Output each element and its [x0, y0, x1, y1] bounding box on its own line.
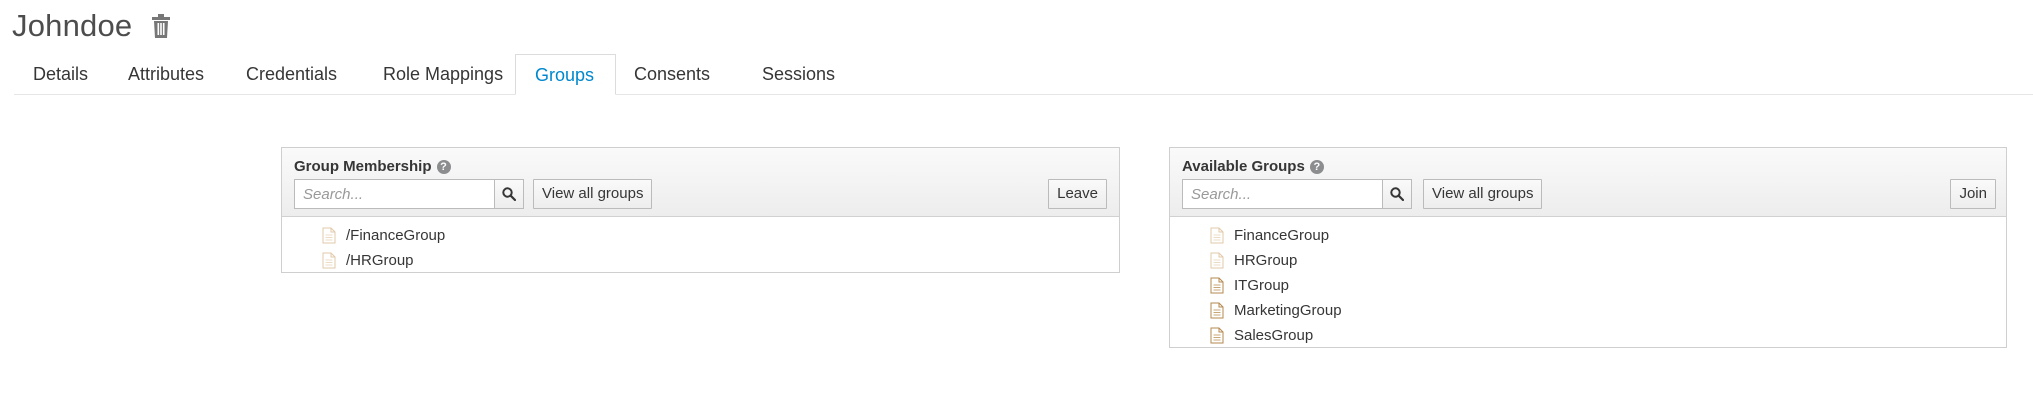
available-search-input[interactable] — [1182, 179, 1382, 209]
panel-header: Available Groups ? View all groups Join — [1170, 148, 2006, 217]
file-icon — [1210, 327, 1224, 344]
tree-item[interactable]: HRGroup — [1170, 248, 2006, 273]
tree-item[interactable]: FinanceGroup — [1170, 223, 2006, 248]
tree-item[interactable]: ITGroup — [1170, 273, 2006, 298]
file-icon — [322, 227, 336, 244]
available-search — [1182, 179, 1412, 209]
available-groups-title: Available Groups — [1182, 158, 1305, 175]
search-icon — [1390, 187, 1404, 201]
group-membership-title: Group Membership — [294, 158, 432, 175]
tab-role-mappings[interactable]: Role Mappings — [364, 54, 522, 94]
search-button[interactable] — [1382, 179, 1412, 209]
page-header: Johndoe — [12, 6, 172, 46]
group-name: SalesGroup — [1234, 327, 1314, 344]
view-all-groups-button[interactable]: View all groups — [1423, 179, 1543, 209]
available-groups-panel: Available Groups ? View all groups Join … — [1169, 147, 2007, 348]
file-icon — [1210, 277, 1224, 294]
page-title: Johndoe — [12, 8, 133, 43]
group-membership-panel: Group Membership ? View all groups Leave… — [281, 147, 1120, 273]
tree-item[interactable]: SalesGroup — [1170, 323, 2006, 348]
view-all-groups-button[interactable]: View all groups — [533, 179, 653, 209]
group-name: /FinanceGroup — [346, 227, 446, 244]
tab-details[interactable]: Details — [14, 54, 107, 94]
group-name: HRGroup — [1234, 252, 1298, 269]
tab-bar: Details Attributes Credentials Role Mapp… — [14, 54, 2033, 95]
tree-item[interactable]: /HRGroup — [282, 248, 1119, 273]
tab-groups[interactable]: Groups — [515, 54, 616, 95]
tab-credentials[interactable]: Credentials — [227, 54, 356, 94]
available-tree: FinanceGroup HRGroup ITGroup MarketingGr… — [1170, 217, 2006, 348]
panel-header: Group Membership ? View all groups Leave — [282, 148, 1119, 217]
leave-button[interactable]: Leave — [1048, 179, 1107, 209]
tree-item[interactable]: /FinanceGroup — [282, 223, 1119, 248]
membership-search — [294, 179, 524, 209]
group-name: /HRGroup — [346, 252, 414, 269]
tab-consents[interactable]: Consents — [615, 54, 729, 94]
file-icon — [1210, 302, 1224, 319]
search-button[interactable] — [494, 179, 524, 209]
help-icon[interactable]: ? — [436, 159, 451, 174]
tab-sessions[interactable]: Sessions — [743, 54, 854, 94]
file-icon — [322, 252, 336, 269]
search-icon — [502, 187, 516, 201]
file-icon — [1210, 227, 1224, 244]
group-name: MarketingGroup — [1234, 302, 1342, 319]
group-name: ITGroup — [1234, 277, 1290, 294]
group-name: FinanceGroup — [1234, 227, 1330, 244]
panel-title: Available Groups ? — [1182, 158, 1324, 175]
panel-title: Group Membership ? — [294, 158, 451, 175]
tab-attributes[interactable]: Attributes — [109, 54, 223, 94]
tree-item[interactable]: MarketingGroup — [1170, 298, 2006, 323]
membership-search-input[interactable] — [294, 179, 494, 209]
trash-icon[interactable] — [150, 13, 172, 39]
help-icon[interactable]: ? — [1309, 159, 1324, 174]
membership-tree: /FinanceGroup /HRGroup — [282, 217, 1119, 273]
file-icon — [1210, 252, 1224, 269]
join-button[interactable]: Join — [1950, 179, 1996, 209]
